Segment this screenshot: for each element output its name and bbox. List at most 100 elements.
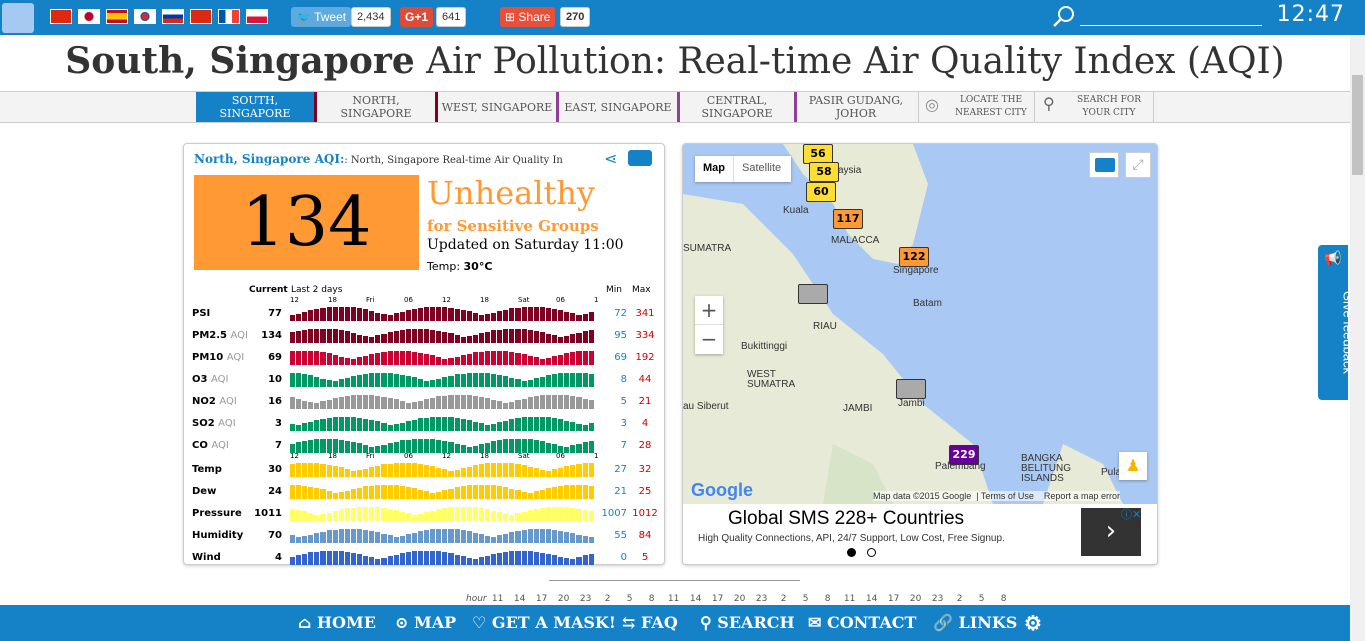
pollutant-history-chart[interactable] (290, 305, 595, 321)
pollutant-row[interactable]: PSI 77 72 341 (192, 304, 662, 324)
tweet-button[interactable]: 🐦 Tweet (291, 7, 352, 27)
pollutant-history-chart[interactable] (290, 393, 595, 409)
tab-pasir-gudang[interactable]: PASIR GUDANG, JOHOR (794, 92, 915, 122)
pollutant-row[interactable]: Wind 4 0 5 (192, 548, 662, 568)
tab-north-singapore[interactable]: NORTH, SINGAPORE (314, 92, 435, 122)
history-bar (387, 397, 393, 409)
fullscreen-icon[interactable]: ⤢ (1125, 152, 1151, 178)
history-bar (466, 395, 472, 409)
share-icon[interactable]: ⋖ (604, 149, 617, 168)
share-button[interactable]: ⊞ Share (500, 7, 556, 27)
history-bar (399, 485, 405, 499)
pollutant-row[interactable]: CO AQI 7 7 28 (192, 436, 662, 456)
map-type-control[interactable]: Map Satellite (695, 156, 791, 182)
nav-get-mask[interactable]: ♡ GET A MASK! (472, 613, 616, 632)
tab-west-singapore[interactable]: WEST, SINGAPORE (435, 92, 556, 122)
nav-faq[interactable]: ⇆ FAQ (622, 613, 678, 632)
gplus-button[interactable]: G+1 (400, 7, 434, 27)
pollutant-history-chart[interactable] (290, 483, 595, 499)
flag-russia-icon[interactable] (162, 9, 184, 24)
pollutant-row[interactable]: Pressure 1011 1007 1012 (192, 504, 662, 524)
pollutant-history-chart[interactable] (290, 371, 595, 387)
scrollbar[interactable] (1350, 35, 1365, 641)
history-bar (399, 422, 405, 431)
pollutant-history-chart[interactable] (290, 327, 595, 343)
map-tab[interactable]: Map (695, 156, 734, 182)
pollutant-row[interactable]: Temp 30 27 32 (192, 460, 662, 480)
locate-nearest-city[interactable]: ◎ LOCATE THE NEAREST CITY (918, 92, 1033, 122)
terms-link[interactable]: Terms of Use (981, 491, 1034, 501)
aqi-map-marker[interactable]: 122 (899, 247, 929, 267)
aqi-map-marker[interactable]: 117 (833, 209, 863, 229)
history-bar (405, 462, 411, 477)
tab-central-singapore[interactable]: CENTRAL, SINGAPORE (677, 92, 794, 122)
pollutant-row[interactable]: NO2 AQI 16 5 21 (192, 392, 662, 412)
history-bar (576, 315, 582, 321)
map-chat-icon[interactable] (1089, 152, 1119, 178)
pollutant-row[interactable]: Dew 24 21 25 (192, 482, 662, 502)
search-your-city[interactable]: ⚲ SEARCH FOR YOUR CITY (1034, 92, 1154, 122)
history-bar (314, 419, 320, 431)
aqi-map-marker[interactable]: 229 (949, 445, 979, 465)
ad-headline[interactable]: Global SMS 228+ Countries (728, 508, 964, 530)
pollutant-row[interactable]: O3 AQI 10 8 44 (192, 370, 662, 390)
map-canvas[interactable]: aysia Kuala MALACCA SUMATRA Singapore Batam RI… (683, 144, 1157, 504)
nav-map[interactable]: ⊙ MAP (395, 613, 456, 632)
flag-korea-icon[interactable] (134, 9, 156, 24)
zoom-out-button[interactable]: − (695, 325, 723, 354)
pollutant-history-chart[interactable] (290, 527, 595, 543)
chat-icon[interactable] (628, 150, 652, 166)
pollutant-history-chart[interactable] (290, 461, 595, 477)
flag-japan-icon[interactable] (78, 9, 100, 24)
hour-tick: 2 (956, 594, 963, 604)
flag-china-icon[interactable] (50, 9, 72, 24)
tab-east-singapore[interactable]: EAST, SINGAPORE (556, 92, 677, 122)
pollutant-history-chart[interactable] (290, 437, 595, 453)
history-bar (296, 331, 302, 343)
history-bar (509, 551, 515, 565)
offline-map-marker[interactable] (798, 284, 828, 304)
nav-home[interactable]: ⌂ HOME (298, 613, 376, 632)
search-icon[interactable] (1052, 4, 1074, 27)
satellite-tab[interactable]: Satellite (734, 156, 789, 182)
pollutant-history-chart[interactable] (290, 549, 595, 565)
flag-poland-icon[interactable] (246, 9, 268, 24)
history-bar (387, 424, 393, 431)
pollutant-history-chart[interactable] (290, 415, 595, 431)
feedback-tab[interactable]: 📢 Give feedback (1318, 245, 1356, 400)
flag-hongkong-icon[interactable] (190, 9, 212, 24)
zoom-in-button[interactable]: + (695, 296, 723, 325)
tab-south-singapore[interactable]: SOUTH, SINGAPORE (196, 92, 314, 122)
aqi-map-marker[interactable]: 60 (806, 182, 836, 202)
nav-links[interactable]: 🔗 LINKS (933, 613, 1017, 632)
pollutant-row[interactable]: Humidity 70 55 84 (192, 526, 662, 546)
pollutant-history-chart[interactable] (290, 349, 595, 365)
history-bar (387, 314, 393, 321)
scrollbar-thumb[interactable] (1352, 75, 1363, 175)
search-input[interactable] (1080, 25, 1262, 26)
history-bar (503, 420, 509, 431)
ad-banner[interactable]: Global SMS 228+ Countries High Quality C… (683, 504, 1157, 564)
pollutant-row[interactable]: PM10 AQI 69 69 192 (192, 348, 662, 368)
ad-dot[interactable] (867, 548, 876, 557)
ad-dot-active[interactable] (847, 548, 856, 557)
flag-france-icon[interactable] (218, 9, 240, 24)
history-bar (515, 438, 521, 453)
pollutant-row[interactable]: PM2.5 AQI 134 95 334 (192, 326, 662, 346)
pollutant-row[interactable]: SO2 AQI 3 3 4 (192, 414, 662, 434)
pollutant-min: 0 (620, 552, 627, 563)
flag-spain-icon[interactable] (106, 9, 128, 24)
history-bar (466, 506, 472, 521)
offline-map-marker[interactable] (896, 379, 926, 399)
pegman-icon[interactable]: ♟ (1119, 452, 1147, 480)
station-title[interactable]: North, Singapore AQI:: North, Singapore … (194, 152, 563, 166)
nav-contact[interactable]: ✉ CONTACT (808, 613, 916, 632)
report-link[interactable]: Report a map error (1044, 491, 1120, 501)
aqi-map-marker[interactable]: 56 (803, 144, 833, 164)
pollutant-history-chart[interactable] (290, 505, 595, 521)
settings-gear-icon[interactable]: ⚙ (1024, 611, 1042, 635)
site-logo[interactable] (2, 3, 34, 33)
ad-info-icon[interactable]: ⓘ✕ (1121, 506, 1141, 522)
aqi-map-marker[interactable]: 58 (809, 162, 839, 182)
nav-search[interactable]: ⚲ SEARCH (700, 613, 795, 632)
